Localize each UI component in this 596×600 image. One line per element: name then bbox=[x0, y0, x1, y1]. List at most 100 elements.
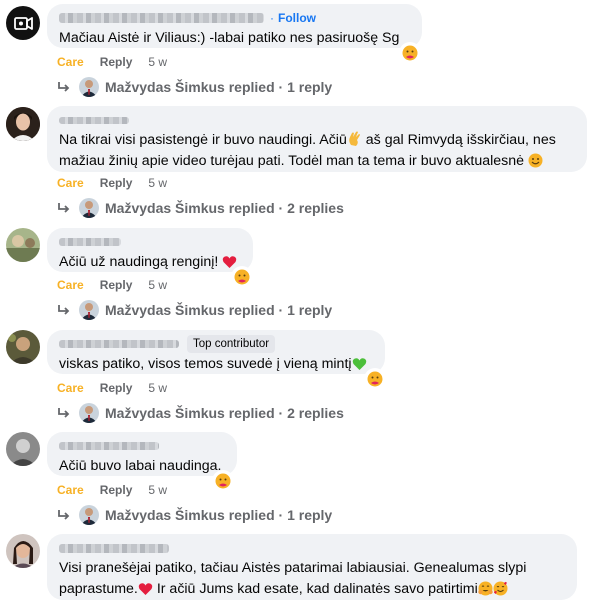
reply-button[interactable]: Reply bbox=[100, 55, 133, 69]
comment-bubble: Ačiū už naudingą renginį! bbox=[47, 228, 253, 272]
view-replies-link[interactable]: Mažvydas Šimkus replied · 2 replies bbox=[57, 403, 344, 423]
care-reaction-icon[interactable] bbox=[366, 370, 384, 388]
timestamp[interactable]: 5 w bbox=[148, 55, 167, 69]
commenter-avatar[interactable] bbox=[6, 534, 40, 568]
commenter-avatar[interactable] bbox=[6, 228, 40, 262]
comment-text-part: Mačiau Aistė ir Viliaus:) -labai patiko … bbox=[59, 30, 400, 46]
comment-text-part: Na tikrai visi pasistengė ir buvo naudin… bbox=[59, 132, 347, 148]
commenter-avatar[interactable] bbox=[6, 432, 40, 466]
page-avatar[interactable] bbox=[6, 6, 40, 40]
profile-photo bbox=[6, 107, 40, 141]
care-emoji-icon bbox=[402, 45, 418, 61]
author-name-redacted[interactable] bbox=[59, 238, 121, 246]
reply-button[interactable]: Reply bbox=[100, 381, 133, 395]
care-button[interactable]: Care bbox=[57, 483, 84, 497]
smiling-face-with-hearts-emoji-icon bbox=[493, 581, 508, 596]
view-replies-link[interactable]: Mažvydas Šimkus replied · 2 replies bbox=[57, 198, 344, 218]
author-name-redacted[interactable] bbox=[59, 543, 169, 553]
care-reaction-icon[interactable] bbox=[214, 472, 232, 490]
view-replies-link[interactable]: Mažvydas Šimkus replied · 1 reply bbox=[57, 77, 332, 97]
comment-text-part: viskas patiko, visos temos suvedė į vien… bbox=[59, 356, 352, 372]
reply-button[interactable]: Reply bbox=[100, 278, 133, 292]
comment-bubble: Ačiū buvo labai naudinga. bbox=[47, 432, 237, 476]
view-replies-link[interactable]: Mažvydas Šimkus replied · 1 reply bbox=[57, 505, 332, 525]
top-contributor-badge[interactable]: Top contributor bbox=[187, 335, 276, 353]
comment-text-part: Ačiū už naudingą renginį! bbox=[59, 254, 219, 270]
profile-photo bbox=[6, 432, 40, 466]
comment-text-part: Ir ačiū Jums kad esate, kad dalinatės sa… bbox=[152, 581, 478, 597]
author-name-redacted[interactable] bbox=[59, 116, 129, 124]
author-row bbox=[59, 438, 225, 454]
comment-text: Na tikrai visi pasistengė ir buvo naudin… bbox=[59, 130, 575, 172]
author-name-redacted[interactable] bbox=[59, 340, 179, 348]
care-emoji-icon bbox=[367, 371, 383, 387]
comment-actions: Care Reply 5 w bbox=[57, 381, 167, 395]
replier-avatar bbox=[79, 505, 99, 525]
view-replies-link[interactable]: Mažvydas Šimkus replied · 1 reply bbox=[57, 300, 332, 320]
comment-actions: Care Reply 5 w bbox=[57, 483, 167, 497]
replier-avatar bbox=[79, 300, 99, 320]
comment-bubble: Top contributor viskas patiko, visos tem… bbox=[47, 330, 385, 374]
comment-text: Ačiū buvo labai naudinga. bbox=[59, 456, 225, 477]
care-emoji-icon bbox=[234, 269, 250, 285]
replies-text: Mažvydas Šimkus replied · 2 replies bbox=[105, 405, 344, 421]
green-heart-emoji-icon bbox=[352, 358, 366, 370]
author-name-redacted[interactable] bbox=[59, 13, 264, 23]
replies-text: Mažvydas Šimkus replied · 1 reply bbox=[105, 302, 333, 318]
care-button[interactable]: Care bbox=[57, 381, 84, 395]
commenter-avatar[interactable] bbox=[6, 107, 40, 141]
care-button[interactable]: Care bbox=[57, 55, 84, 69]
comment-text: viskas patiko, visos temos suvedė į vien… bbox=[59, 354, 373, 375]
reply-button[interactable]: Reply bbox=[100, 176, 133, 190]
video-camera-icon bbox=[14, 17, 33, 30]
comment-bubble: · Follow Mačiau Aistė ir Viliaus:) -laba… bbox=[47, 4, 422, 48]
timestamp[interactable]: 5 w bbox=[148, 278, 167, 292]
hugging-face-emoji-icon bbox=[478, 581, 493, 596]
red-heart-emoji-icon bbox=[223, 256, 237, 268]
replier-avatar bbox=[79, 77, 99, 97]
author-row bbox=[59, 540, 565, 556]
care-emoji-icon bbox=[215, 473, 231, 489]
comment-text: Ačiū už naudingą renginį! bbox=[59, 252, 241, 273]
profile-photo bbox=[6, 228, 40, 262]
comment-actions: Care Reply 5 w bbox=[57, 55, 167, 69]
comment-text: Visi pranešėjai patiko, tačiau Aistės pa… bbox=[59, 558, 565, 600]
follow-button[interactable]: Follow bbox=[278, 10, 316, 26]
care-button[interactable]: Care bbox=[57, 278, 84, 292]
care-reaction-icon[interactable] bbox=[233, 268, 251, 286]
reply-arrow-icon bbox=[58, 203, 70, 213]
author-row bbox=[59, 234, 241, 250]
profile-photo bbox=[6, 330, 40, 364]
comment-actions: Care Reply 5 w bbox=[57, 176, 167, 190]
comment-text: Mačiau Aistė ir Viliaus:) -labai patiko … bbox=[59, 28, 410, 49]
author-row bbox=[59, 112, 575, 128]
comment-actions: Care Reply 5 w bbox=[57, 278, 167, 292]
replier-avatar bbox=[79, 198, 99, 218]
replies-text: Mažvydas Šimkus replied · 1 reply bbox=[105, 507, 333, 523]
care-reaction-icon[interactable] bbox=[401, 44, 419, 62]
smile-emoji-icon bbox=[528, 153, 543, 168]
timestamp[interactable]: 5 w bbox=[148, 176, 167, 190]
profile-photo bbox=[6, 534, 40, 568]
author-name-redacted[interactable] bbox=[59, 442, 159, 450]
replies-text: Mažvydas Šimkus replied · 2 replies bbox=[105, 200, 344, 216]
replies-text: Mažvydas Šimkus replied · 1 reply bbox=[105, 79, 333, 95]
replier-avatar bbox=[79, 403, 99, 423]
red-heart-emoji-icon bbox=[138, 583, 153, 595]
timestamp[interactable]: 5 w bbox=[148, 381, 167, 395]
timestamp[interactable]: 5 w bbox=[148, 483, 167, 497]
reply-arrow-icon bbox=[58, 408, 70, 418]
ok-hand-emoji-icon bbox=[349, 131, 360, 146]
reply-arrow-icon bbox=[58, 82, 70, 92]
reply-arrow-icon bbox=[58, 510, 70, 520]
comment-text-part: Ačiū buvo labai naudinga. bbox=[59, 458, 222, 474]
comment-bubble: Visi pranešėjai patiko, tačiau Aistės pa… bbox=[47, 534, 577, 600]
author-row: · Follow bbox=[59, 10, 410, 26]
care-button[interactable]: Care bbox=[57, 176, 84, 190]
comment-bubble: Na tikrai visi pasistengė ir buvo naudin… bbox=[47, 106, 587, 172]
reply-button[interactable]: Reply bbox=[100, 483, 133, 497]
reply-arrow-icon bbox=[58, 305, 70, 315]
author-row: Top contributor bbox=[59, 335, 373, 353]
separator-dot: · bbox=[270, 11, 274, 25]
commenter-avatar[interactable] bbox=[6, 330, 40, 364]
